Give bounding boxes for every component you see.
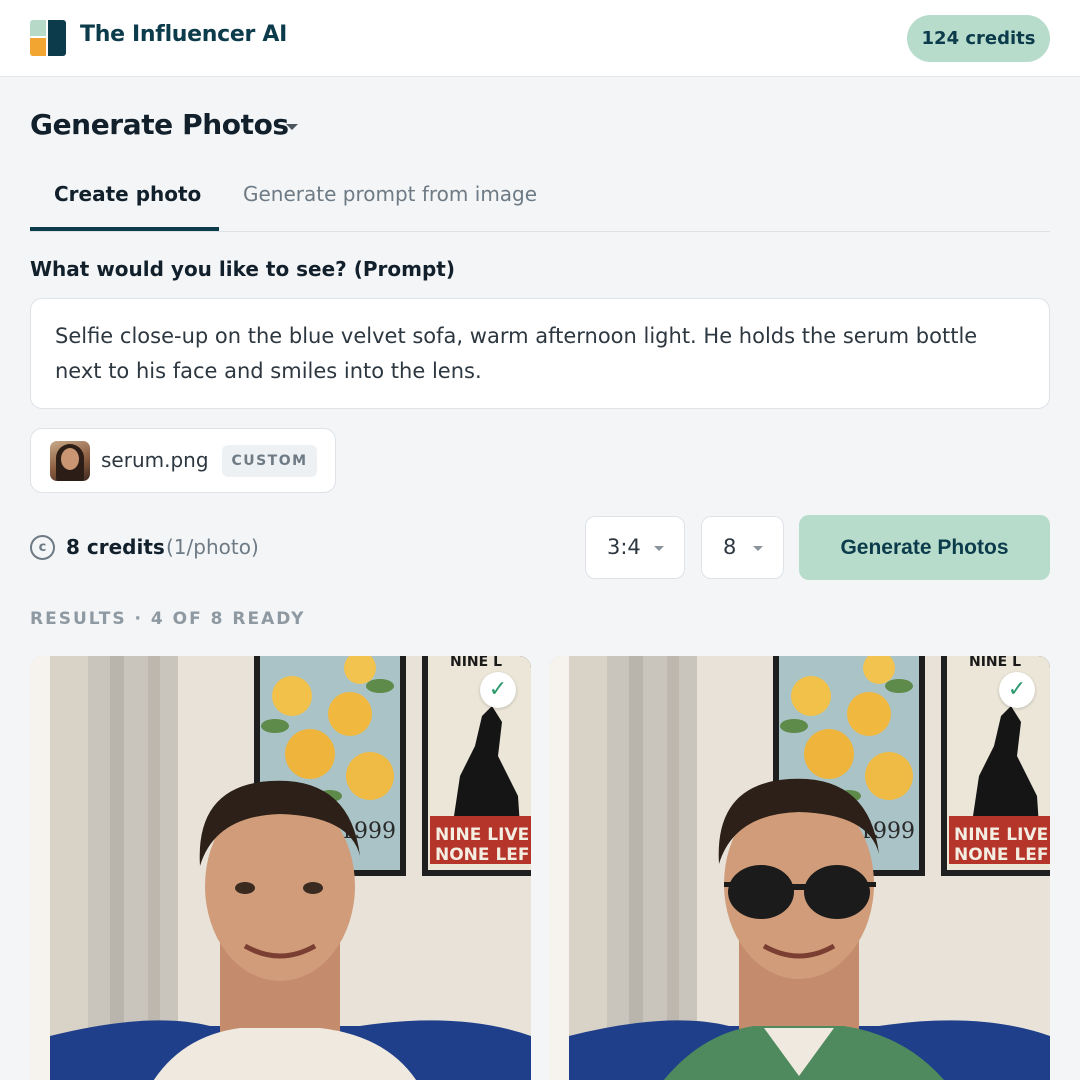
tab-bar: Create photo Generate prompt from image (30, 160, 1050, 232)
active-tab-indicator (30, 227, 219, 231)
poster-line-2: NONE LEF (435, 845, 530, 865)
result-photo-image: 1999 NINE LIVE NONE LEF NINE L (549, 656, 1050, 1080)
credits-balance-badge[interactable]: 124 credits (907, 15, 1050, 62)
chevron-down-icon[interactable] (286, 124, 298, 130)
page-title[interactable]: Generate Photos (30, 108, 289, 141)
poster-line-2: NONE LEF (954, 845, 1049, 865)
ready-check-icon: ✓ (999, 672, 1035, 708)
prompt-input[interactable]: Selfie close-up on the blue velvet sofa,… (30, 298, 1050, 409)
photo-count-select[interactable]: 8 (701, 516, 784, 579)
result-photo[interactable]: 1999 NINE LIVE NONE LEF NINE L ✓ (30, 656, 531, 1080)
cost-amount: 8 credits (66, 535, 165, 559)
generate-photos-button[interactable]: Generate Photos (799, 515, 1050, 580)
tab-create-photo[interactable]: Create photo (54, 182, 201, 206)
poster-line-1: NINE LIVE (954, 825, 1048, 845)
cost-rate: (1/photo) (166, 535, 259, 559)
photo-count-value: 8 (723, 535, 737, 559)
attachment-chip[interactable]: serum.png CUSTOM (30, 428, 336, 493)
attachment-thumbnail (50, 441, 90, 481)
tab-generate-prompt-from-image[interactable]: Generate prompt from image (243, 182, 537, 206)
ready-check-icon: ✓ (480, 672, 516, 708)
brand-logo-icon[interactable] (30, 20, 66, 56)
poster-line-1: NINE LIVE (435, 825, 529, 845)
result-photo-image: 1999 NINE LIVE NONE LEF NINE L (30, 656, 531, 1080)
top-bar: The Influencer AI 124 credits (0, 0, 1080, 77)
credit-coin-icon: c (30, 535, 55, 560)
chevron-down-icon (753, 546, 763, 551)
prompt-label: What would you like to see? (Prompt) (30, 257, 456, 281)
aspect-ratio-select[interactable]: 3:4 (585, 516, 685, 579)
poster-header: NINE L (969, 656, 1021, 670)
result-photo[interactable]: 1999 NINE LIVE NONE LEF NINE L ✓ (549, 656, 1050, 1080)
brand-name[interactable]: The Influencer AI (80, 22, 287, 47)
aspect-ratio-value: 3:4 (607, 535, 641, 559)
custom-badge: CUSTOM (222, 445, 317, 477)
attachment-file-name: serum.png (101, 448, 209, 472)
chevron-down-icon (654, 546, 664, 551)
results-status: RESULTS · 4 OF 8 READY (30, 609, 306, 629)
poster-header: NINE L (450, 656, 502, 670)
